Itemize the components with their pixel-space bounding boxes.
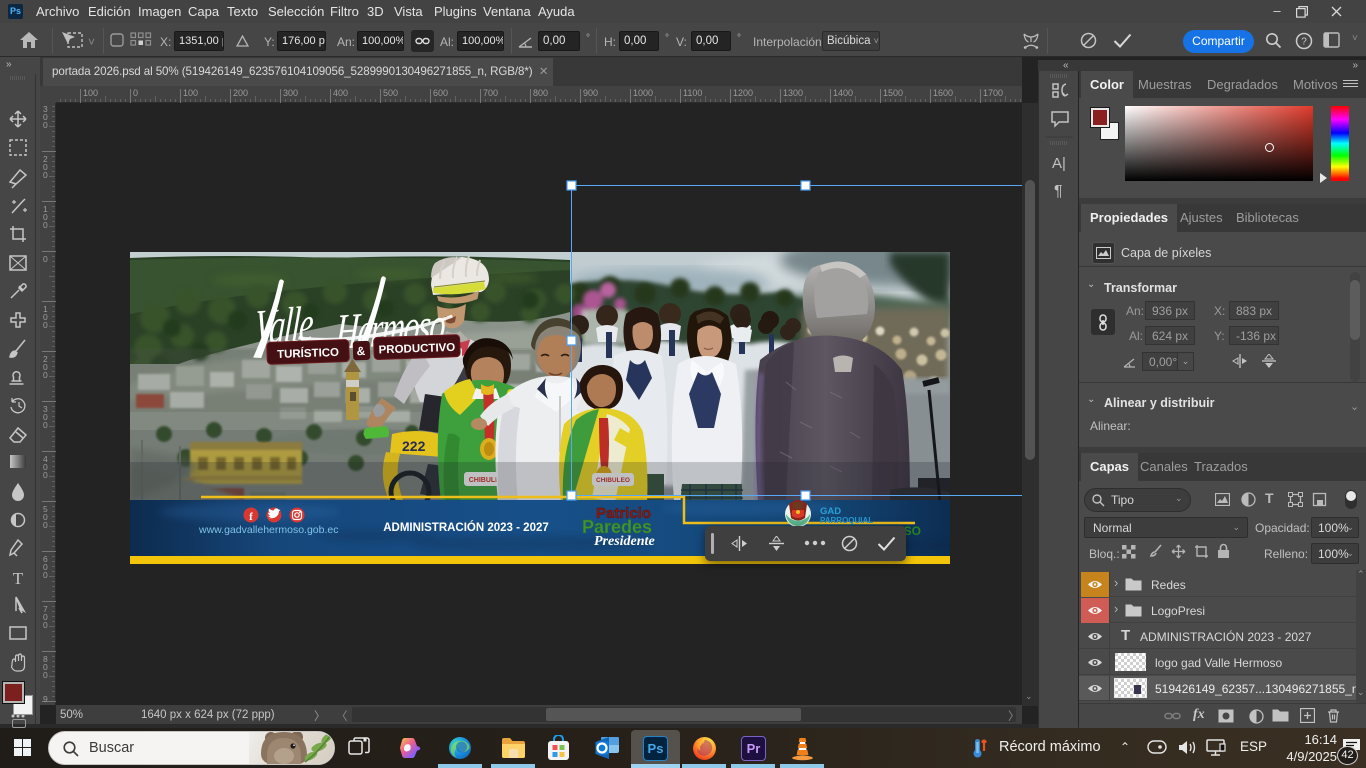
svg-text:9: 9 [43, 694, 48, 704]
svg-text:0: 0 [43, 220, 48, 230]
svg-text:0: 0 [43, 670, 48, 680]
svg-text:1600: 1600 [933, 88, 953, 98]
svg-text:0: 0 [43, 620, 48, 630]
svg-text:100: 100 [83, 88, 98, 98]
svg-text:200: 200 [233, 88, 248, 98]
svg-text:600: 600 [433, 88, 448, 98]
svg-text:1700: 1700 [983, 88, 1003, 98]
svg-text:0: 0 [43, 320, 48, 330]
svg-text:0: 0 [43, 254, 48, 264]
svg-text:1000: 1000 [633, 88, 653, 98]
svg-text:1300: 1300 [783, 88, 803, 98]
svg-text:¶: ¶ [1054, 183, 1063, 200]
svg-text:500: 500 [383, 88, 398, 98]
svg-text:A|: A| [1052, 155, 1066, 172]
svg-text:800: 800 [533, 88, 548, 98]
svg-text:1200: 1200 [733, 88, 753, 98]
svg-text:0: 0 [43, 170, 48, 180]
svg-text:300: 300 [283, 88, 298, 98]
svg-text:1100: 1100 [683, 88, 702, 98]
svg-text:1500: 1500 [883, 88, 903, 98]
svg-text:?: ? [1301, 37, 1307, 48]
svg-text:0: 0 [43, 570, 48, 580]
svg-text:0: 0 [43, 370, 48, 380]
svg-text:0: 0 [43, 470, 48, 480]
svg-text:T: T [13, 569, 24, 588]
svg-text:0: 0 [133, 88, 138, 98]
svg-text:1400: 1400 [833, 88, 853, 98]
svg-text:400: 400 [333, 88, 348, 98]
svg-text:900: 900 [583, 88, 598, 98]
svg-text:0: 0 [43, 420, 48, 430]
svg-text:0: 0 [43, 120, 48, 130]
svg-text:0: 0 [43, 520, 48, 530]
svg-text:700: 700 [483, 88, 498, 98]
svg-text:100: 100 [183, 88, 198, 98]
